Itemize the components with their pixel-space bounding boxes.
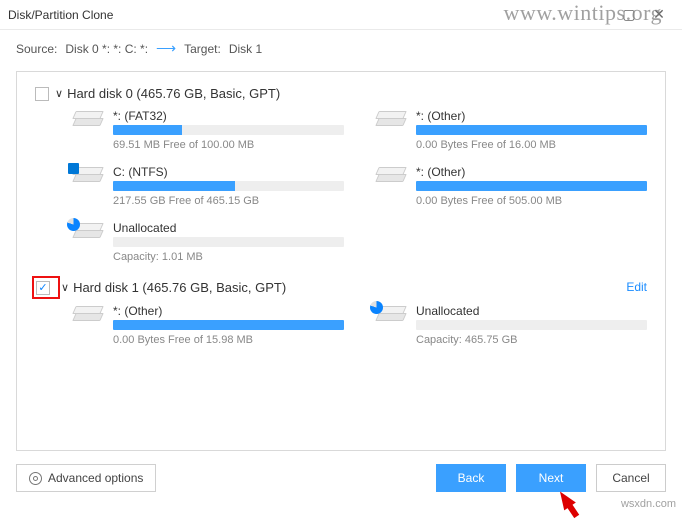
footer: Advanced options Back Next Cancel [0, 454, 682, 502]
usage-bar [416, 181, 647, 191]
partition-item[interactable]: *: (Other) 0.00 Bytes Free of 505.00 MB [374, 165, 647, 207]
close-icon[interactable]: ✕ [644, 6, 674, 23]
edit-link[interactable]: Edit [626, 280, 647, 294]
partition-grid: *: (FAT32) 69.51 MB Free of 100.00 MB *:… [35, 109, 647, 263]
partition-free: 0.00 Bytes Free of 15.98 MB [113, 334, 344, 346]
partition-name: C: (NTFS) [113, 165, 344, 179]
arrow-icon: ⟶ [156, 40, 176, 57]
drive-icon [71, 306, 103, 328]
partition-item[interactable]: *: (Other) 0.00 Bytes Free of 16.00 MB [374, 109, 647, 151]
disk-checkbox[interactable] [35, 87, 49, 101]
partition-free: Capacity: 1.01 MB [113, 251, 344, 263]
partition-grid: *: (Other) 0.00 Bytes Free of 15.98 MB U… [35, 304, 647, 346]
usage-bar [113, 320, 344, 330]
partition-item[interactable]: *: (FAT32) 69.51 MB Free of 100.00 MB [71, 109, 344, 151]
partition-name: Unallocated [416, 304, 647, 318]
usage-bar [416, 125, 647, 135]
target-value: Disk 1 [229, 42, 262, 56]
cancel-button[interactable]: Cancel [596, 464, 666, 492]
drive-icon [374, 111, 406, 133]
disk-checkbox[interactable] [36, 281, 50, 295]
usage-bar [113, 125, 344, 135]
usage-bar [113, 181, 344, 191]
partition-free: 69.51 MB Free of 100.00 MB [113, 139, 344, 151]
chevron-down-icon[interactable]: ∨ [61, 281, 69, 294]
partition-free: 0.00 Bytes Free of 505.00 MB [416, 195, 647, 207]
drive-icon [374, 306, 406, 328]
maximize-icon[interactable]: ▢ [614, 6, 644, 23]
usage-bar [416, 320, 647, 330]
partition-name: Unallocated [113, 221, 344, 235]
source-target-bar: Source: Disk 0 *: *: C: *: ⟶ Target: Dis… [0, 30, 682, 71]
partition-name: *: (Other) [416, 165, 647, 179]
advanced-options-button[interactable]: Advanced options [16, 464, 156, 492]
advanced-options-label: Advanced options [48, 471, 143, 485]
partition-free: 217.55 GB Free of 465.15 GB [113, 195, 344, 207]
usage-bar [113, 237, 344, 247]
gear-icon [29, 472, 42, 485]
partition-item[interactable]: Unallocated Capacity: 1.01 MB [71, 221, 344, 263]
disk-panel: ∨ Hard disk 0 (465.76 GB, Basic, GPT) *:… [16, 71, 666, 451]
partition-item[interactable]: Unallocated Capacity: 465.75 GB [374, 304, 647, 346]
drive-icon [71, 111, 103, 133]
disk-title: Hard disk 0 (465.76 GB, Basic, GPT) [67, 86, 280, 101]
drive-icon [71, 223, 103, 245]
source-value: Disk 0 *: *: C: *: [65, 42, 148, 56]
next-button[interactable]: Next [516, 464, 586, 492]
source-label: Source: [16, 42, 57, 56]
disk-title: Hard disk 1 (465.76 GB, Basic, GPT) [73, 280, 286, 295]
partition-name: *: (Other) [416, 109, 647, 123]
target-label: Target: [184, 42, 221, 56]
partition-name: *: (FAT32) [113, 109, 344, 123]
partition-item[interactable]: C: (NTFS) 217.55 GB Free of 465.15 GB [71, 165, 344, 207]
disk-header[interactable]: ∨ Hard disk 0 (465.76 GB, Basic, GPT) [35, 86, 647, 101]
window-title: Disk/Partition Clone [8, 8, 614, 22]
drive-icon [374, 167, 406, 189]
disk-header[interactable]: ∨ Hard disk 1 (465.76 GB, Basic, GPT) Ed… [35, 279, 647, 296]
partition-free: 0.00 Bytes Free of 16.00 MB [416, 139, 647, 151]
drive-icon [71, 167, 103, 189]
chevron-down-icon[interactable]: ∨ [55, 87, 63, 100]
partition-item[interactable]: *: (Other) 0.00 Bytes Free of 15.98 MB [71, 304, 344, 346]
partition-name: *: (Other) [113, 304, 344, 318]
back-button[interactable]: Back [436, 464, 506, 492]
titlebar: Disk/Partition Clone ▢ ✕ [0, 0, 682, 30]
partition-free: Capacity: 465.75 GB [416, 334, 647, 346]
